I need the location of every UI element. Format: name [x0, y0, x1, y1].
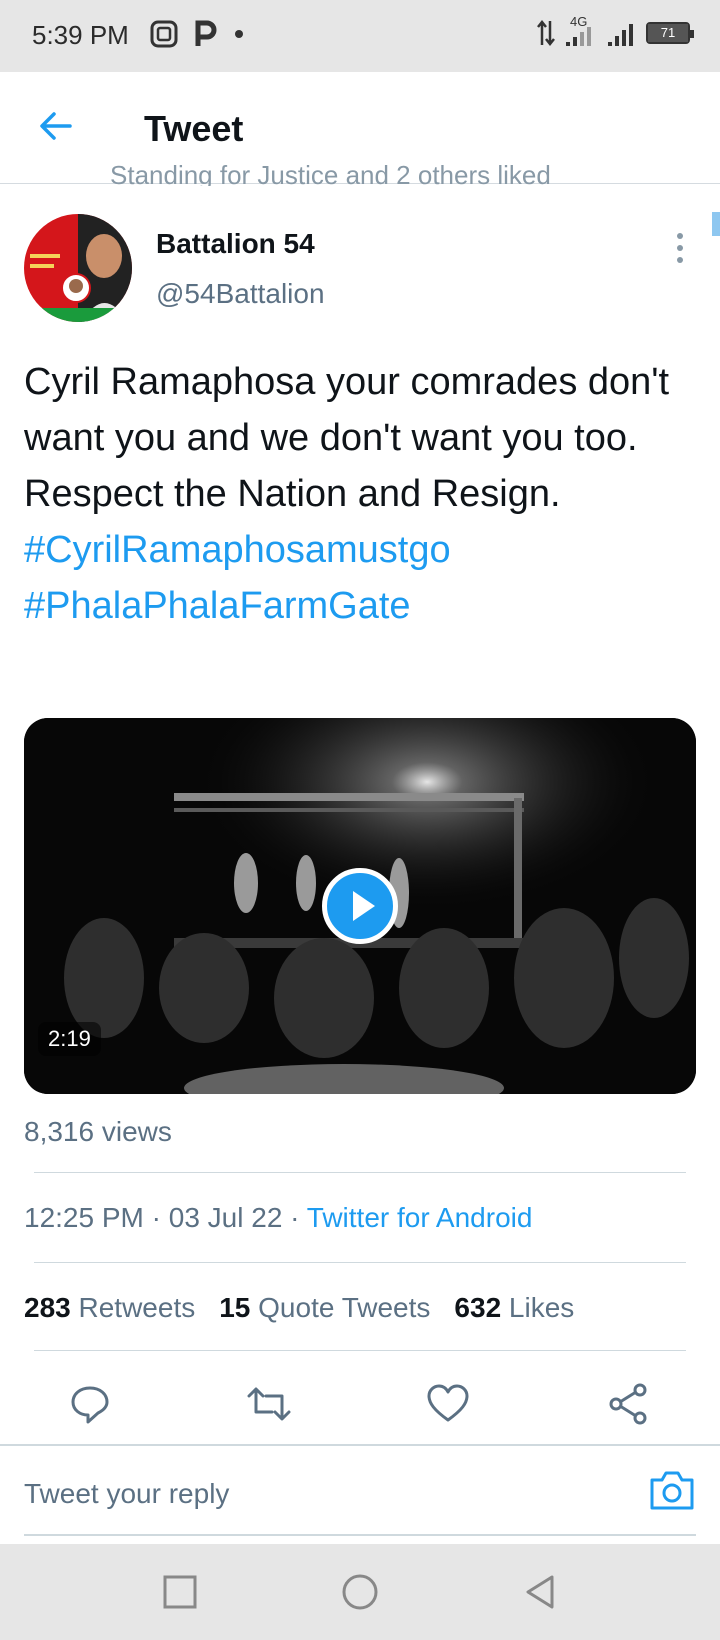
likes-label: Likes: [508, 1292, 575, 1323]
tweet-time: 12:25 PM: [24, 1202, 144, 1233]
signal-4g-icon: 4G: [564, 14, 598, 48]
status-time: 5:39 PM: [32, 20, 129, 50]
reply-icon[interactable]: [66, 1380, 114, 1428]
quotes-count: 15: [219, 1292, 251, 1323]
signal-icon: [608, 24, 633, 46]
status-indicators: 4G 71: [536, 14, 694, 48]
scroll-indicator: [712, 212, 720, 236]
quotes-label: Quote Tweets: [258, 1292, 431, 1323]
tweet-text: Cyril Ramaphosa your comrades don't want…: [24, 354, 704, 634]
social-context: Standing for Justice and 2 others liked: [110, 160, 551, 186]
video-player[interactable]: 2:19: [24, 718, 696, 1094]
arrow-left-icon[interactable]: [36, 106, 76, 146]
battery-icon: 71: [646, 22, 694, 44]
video-duration: 2:19: [38, 1022, 101, 1056]
divider: [34, 1172, 686, 1173]
reply-composer: [0, 1444, 720, 1544]
play-icon[interactable]: [322, 868, 398, 944]
back-nav-icon[interactable]: [520, 1572, 560, 1612]
parking-notification-icon: [195, 20, 217, 46]
retweets-count: 283: [24, 1292, 71, 1323]
more-vertical-icon[interactable]: [670, 228, 690, 268]
dot-icon: [235, 30, 243, 38]
divider: [34, 1262, 686, 1263]
tweet-actions: [0, 1370, 720, 1446]
app-notification-icon: [150, 20, 178, 48]
hashtag-link[interactable]: #CyrilRamaphosamustgo: [24, 522, 704, 578]
separator: ·: [290, 1202, 300, 1233]
status-bar: 5:39 PM 4G 71: [0, 0, 720, 72]
battery-level: 71: [648, 24, 688, 42]
tweet-date: 03 Jul 22: [168, 1202, 283, 1233]
camera-icon[interactable]: [648, 1468, 696, 1512]
likes-count: 632: [454, 1292, 502, 1323]
view-count[interactable]: 8,316 views: [24, 1116, 172, 1148]
tweet-metadata: 12:25 PM · 03 Jul 22 · Twitter for Andro…: [24, 1202, 532, 1234]
data-transfer-icon: [537, 19, 555, 47]
home-icon[interactable]: [340, 1572, 380, 1612]
tweet-source-link[interactable]: Twitter for Android: [307, 1202, 533, 1233]
heart-icon[interactable]: [424, 1380, 472, 1428]
tweet-body: Cyril Ramaphosa your comrades don't want…: [24, 361, 670, 515]
likes-stat[interactable]: 632 Likes: [454, 1292, 574, 1324]
divider: [34, 1350, 686, 1351]
quote-tweets-stat[interactable]: 15 Quote Tweets: [219, 1292, 430, 1324]
notification-icons: [150, 20, 244, 48]
page-title: Tweet: [144, 108, 244, 149]
reply-underline: [24, 1534, 696, 1536]
retweets-stat[interactable]: 283 Retweets: [24, 1292, 195, 1324]
retweets-label: Retweets: [78, 1292, 196, 1323]
author-handle[interactable]: @54Battalion: [156, 278, 325, 310]
author-name[interactable]: Battalion 54: [156, 228, 315, 260]
engagement-stats: 283 Retweets 15 Quote Tweets 632 Likes: [24, 1292, 574, 1324]
separator: ·: [151, 1202, 161, 1233]
reply-input[interactable]: [24, 1474, 604, 1514]
avatar[interactable]: [24, 214, 132, 322]
share-icon[interactable]: [604, 1380, 652, 1428]
hashtag-link[interactable]: #PhalaPhalaFarmGate: [24, 578, 704, 634]
system-navigation-bar: [0, 1544, 720, 1640]
retweet-icon[interactable]: [245, 1380, 293, 1428]
recent-apps-icon[interactable]: [160, 1572, 200, 1612]
